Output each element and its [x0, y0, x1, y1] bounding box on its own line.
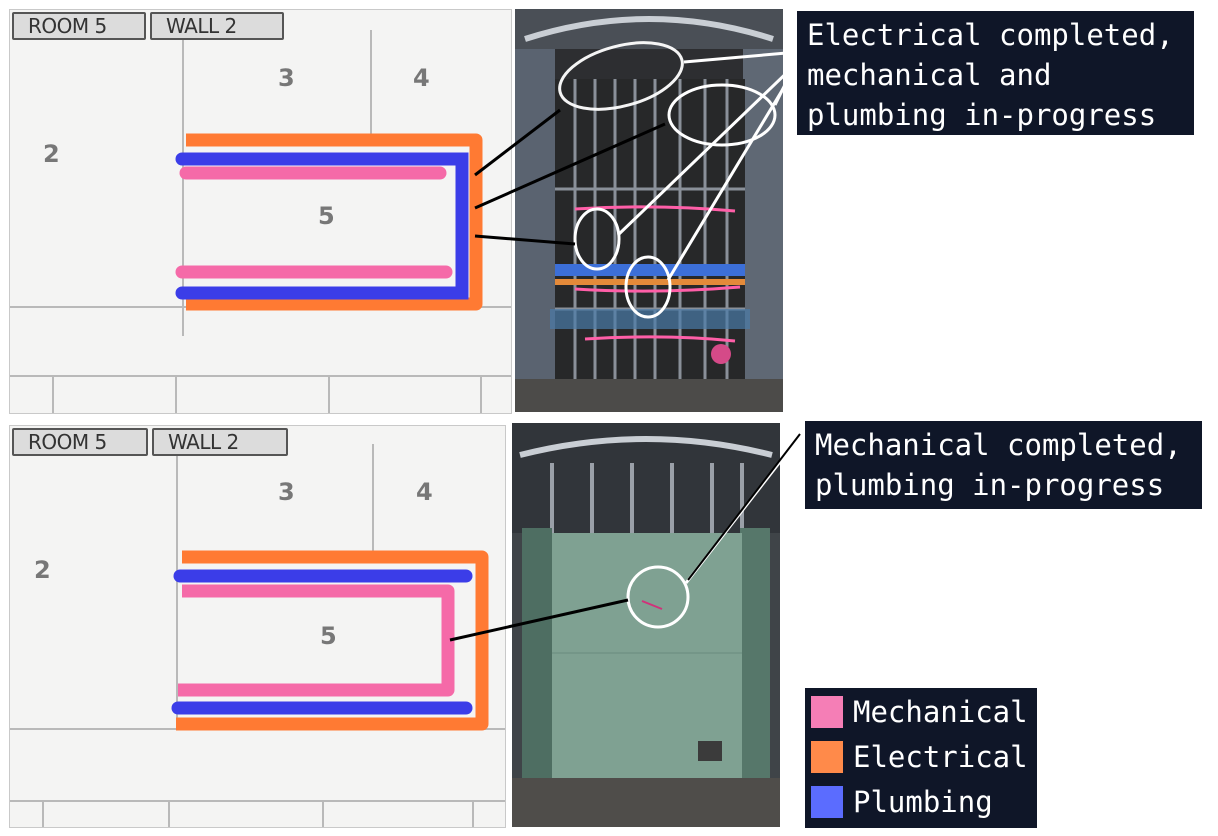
- bottom-floorplan-sketch: ROOM 5 WALL 2 2 3 4 5: [9, 425, 506, 828]
- legend-label: Plumbing: [853, 785, 993, 819]
- legend-label: Electrical: [853, 740, 1028, 774]
- plumbing-swatch: [811, 786, 843, 818]
- bottom-trade-markup: [171, 550, 489, 731]
- top-trade-markup: [175, 133, 483, 311]
- electrical-swatch: [811, 741, 843, 773]
- top-floorplan-sketch: ROOM 5 WALL 2 2 3 4 5: [9, 9, 512, 414]
- top-status-callout: Electrical completed, mechanical and plu…: [797, 11, 1194, 135]
- bottom-site-photo: [512, 423, 780, 827]
- legend-label: Mechanical: [853, 695, 1028, 729]
- bottom-status-callout: Mechanical completed, plumbing in-progre…: [805, 421, 1202, 509]
- trade-legend: Mechanical Electrical Plumbing: [805, 688, 1037, 828]
- mechanical-swatch: [811, 696, 843, 728]
- top-site-photo: [515, 9, 783, 412]
- legend-item-mechanical: Mechanical: [805, 690, 1037, 734]
- mechanical-line: [178, 584, 455, 697]
- legend-item-plumbing: Plumbing: [805, 780, 1037, 824]
- legend-item-electrical: Electrical: [805, 735, 1037, 779]
